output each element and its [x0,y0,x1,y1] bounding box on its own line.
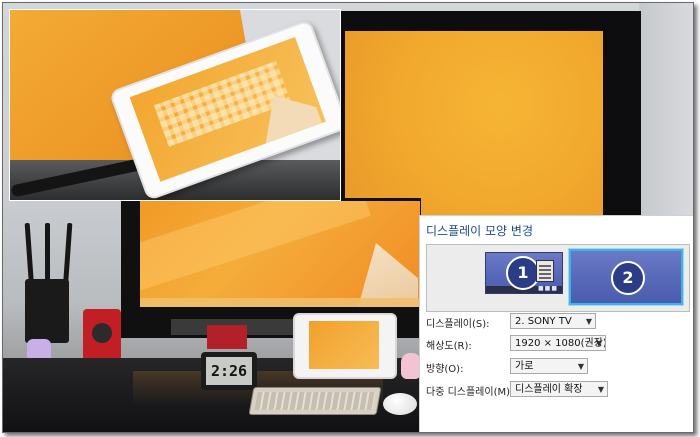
wifi-router [25,279,69,343]
resolution-value: 1920 × 1080(권장) [515,338,606,349]
small-tablet [293,313,397,379]
orientation-value: 가로 [515,361,534,372]
monitor-2[interactable]: 2 [568,248,684,306]
clock-display: 2:26 [206,357,252,385]
monitor-number: 1 [506,256,540,290]
multi-display-label: 다중 디스플레이(M): [426,387,514,398]
desktop-icon [536,260,554,282]
speaker-cone [92,323,112,343]
wall [639,3,693,233]
pink-figure [401,353,421,379]
small-tablet-screen [309,321,379,369]
display-label: 디스플레이(S): [426,319,490,330]
chevron-down-icon: ▼ [585,317,592,326]
resolution-label: 해상도(R): [426,341,472,352]
screenshot-frame: 2:26 디스플레이 모양 변경 1 ■■■ 2 디스플레이(S): 2. SO… [2,2,694,433]
inset-photo [9,9,341,201]
tv-screen [140,201,420,307]
display-arrangement: 1 ■■■ 2 [426,244,690,312]
multi-display-value: 디스플레이 확장 [515,384,583,395]
orientation-select[interactable]: 가로 ▼ [510,358,588,374]
monitor-number: 2 [611,261,645,295]
wallpaper-band [140,201,371,297]
chevron-down-icon: ▼ [597,385,604,394]
taskbar-dots-icon: ■■■ [537,285,558,292]
digital-clock: 2:26 [201,352,257,390]
keyboard [248,387,382,415]
taskbar [140,298,420,307]
mouse [383,393,417,415]
display-settings-panel: 디스플레이 모양 변경 1 ■■■ 2 디스플레이(S): 2. SONY TV… [419,215,693,432]
orientation-label: 방향(O): [426,364,464,375]
resolution-select[interactable]: 1920 × 1080(권장) ▼ [510,335,606,351]
multi-display-select[interactable]: 디스플레이 확장 ▼ [510,381,608,397]
display-value: 2. SONY TV [515,316,572,327]
panel-title: 디스플레이 모양 변경 [426,224,533,238]
display-select[interactable]: 2. SONY TV ▼ [510,313,596,329]
monitor-1[interactable]: 1 ■■■ [485,252,563,294]
monitor-screen [345,31,603,217]
chevron-down-icon: ▼ [595,339,602,348]
red-speaker [83,309,121,361]
chevron-down-icon: ▼ [577,362,584,371]
red-box [207,325,247,349]
